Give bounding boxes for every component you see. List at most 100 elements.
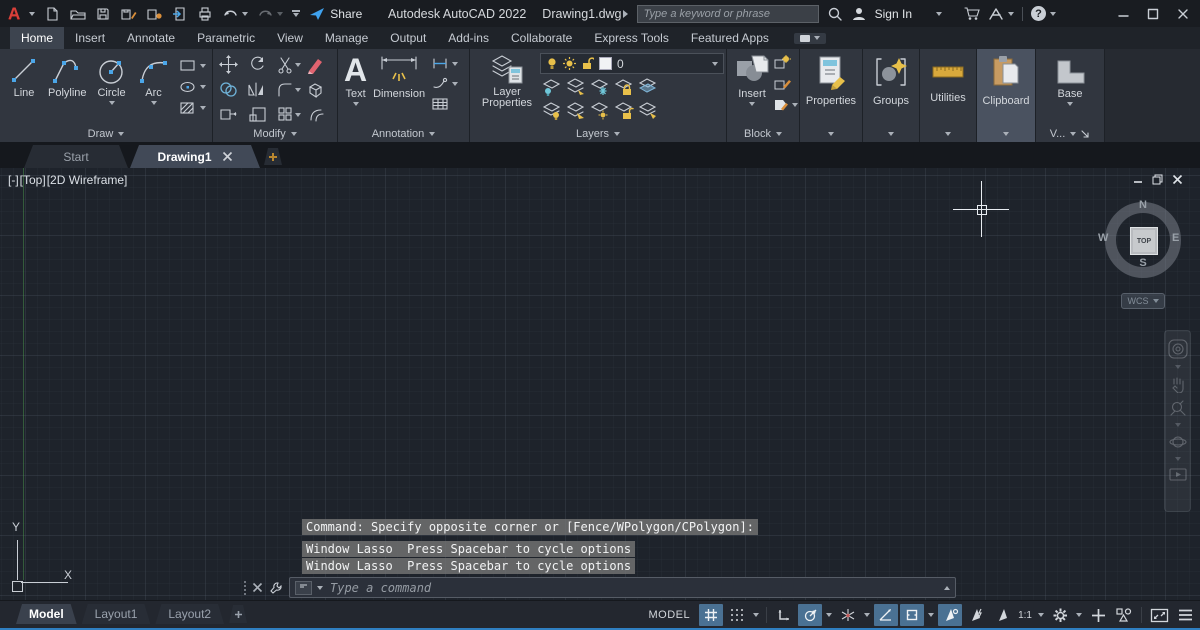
ellipse-tool[interactable] — [179, 80, 206, 94]
annotation-scale-value[interactable]: 1:1 — [1016, 610, 1034, 621]
search-expand-icon[interactable] — [621, 9, 629, 19]
app-menu-caret-icon[interactable] — [29, 12, 35, 16]
wcs-dropdown[interactable]: WCS — [1121, 293, 1165, 309]
new-layout-button[interactable] — [229, 605, 247, 623]
open-from-web-button[interactable] — [172, 6, 188, 22]
command-input-field[interactable] — [289, 577, 956, 598]
ortho-toggle[interactable] — [772, 604, 796, 626]
draw-panel-label[interactable]: Draw — [0, 126, 212, 142]
array-tool[interactable] — [277, 102, 306, 127]
command-bar-customize-icon[interactable] — [269, 581, 283, 594]
share-button[interactable]: Share — [309, 7, 362, 21]
tab-manage[interactable]: Manage — [314, 27, 379, 49]
insert-block-tool[interactable]: Insert — [731, 53, 773, 106]
model-tab[interactable]: Model — [16, 604, 77, 624]
stretch-tool[interactable] — [219, 102, 248, 127]
dimension-linear-tool[interactable] — [431, 57, 458, 70]
command-bar-close-icon[interactable] — [252, 582, 263, 593]
properties-tool[interactable]: Properties — [800, 49, 862, 126]
viewcube-top-face[interactable]: TOP — [1130, 227, 1158, 255]
layer-thaw-tool[interactable] — [588, 100, 612, 122]
properties-panel-caret[interactable] — [800, 126, 862, 142]
clean-screen-button[interactable] — [1147, 604, 1171, 626]
base-tool[interactable]: Base — [1036, 49, 1104, 126]
snap-toggle[interactable] — [725, 604, 749, 626]
layout2-tab[interactable]: Layout2 — [155, 604, 224, 624]
pan-hand-icon[interactable] — [1169, 375, 1187, 393]
tab-view[interactable]: View — [266, 27, 314, 49]
annotation-visibility-toggle[interactable] — [938, 604, 962, 626]
search-input[interactable] — [637, 5, 819, 23]
file-tab-start[interactable]: Start — [24, 145, 128, 168]
drawing-canvas[interactable]: [-] [Top] [2D Wireframe] N S W E TOP WCS — [0, 168, 1200, 600]
tab-insert[interactable]: Insert — [64, 27, 116, 49]
rotate-tool[interactable] — [248, 52, 277, 77]
hatch-tool[interactable] — [179, 101, 206, 115]
save-as-button[interactable] — [120, 6, 137, 22]
layer-properties-tool[interactable]: Layer Properties — [476, 53, 538, 109]
tab-output[interactable]: Output — [379, 27, 437, 49]
mirror-tool[interactable] — [248, 77, 277, 102]
model-space-button[interactable]: MODEL — [641, 604, 697, 626]
layer-lock-tool[interactable] — [612, 76, 636, 98]
isolate-objects-button[interactable] — [1112, 604, 1136, 626]
polar-settings-caret-icon[interactable] — [824, 604, 834, 626]
block-panel-label[interactable]: Block — [727, 126, 799, 142]
viewport-menu-control[interactable]: [-] — [8, 173, 19, 187]
viewport-visual-style-control[interactable]: [2D Wireframe] — [47, 173, 128, 187]
view-panel-label[interactable]: V... — [1036, 126, 1104, 142]
autocad-logo[interactable]: A — [8, 5, 20, 22]
search-icon[interactable] — [827, 6, 843, 22]
tab-annotate[interactable]: Annotate — [116, 27, 186, 49]
panel-clipboard[interactable]: Clipboard — [977, 49, 1036, 142]
tab-add-ins[interactable]: Add-ins — [437, 27, 500, 49]
new-drawing-tab-button[interactable] — [264, 148, 282, 165]
viewcube-south[interactable]: S — [1105, 257, 1181, 269]
polyline-tool[interactable]: Polyline — [48, 54, 87, 126]
command-history-expand-icon[interactable] — [944, 586, 950, 590]
viewport-close-icon[interactable] — [1172, 174, 1183, 185]
groups-panel-caret[interactable] — [863, 126, 919, 142]
viewcube-west[interactable]: W — [1098, 232, 1108, 244]
object-snap-tracking-toggle[interactable] — [874, 604, 898, 626]
line-tool[interactable]: Line — [8, 54, 40, 126]
layout1-tab[interactable]: Layout1 — [82, 604, 151, 624]
erase-tool[interactable] — [306, 52, 335, 77]
open-file-button[interactable] — [69, 6, 86, 22]
viewport-view-control[interactable]: [Top] — [20, 173, 46, 187]
layer-select-dropdown[interactable]: 0 — [540, 53, 724, 74]
redo-button[interactable] — [257, 7, 283, 21]
close-button[interactable] — [1172, 5, 1194, 23]
annotation-scale-caret-icon[interactable] — [1036, 604, 1046, 626]
copy-tool[interactable] — [219, 77, 248, 102]
zoom-extents-icon[interactable] — [1169, 399, 1187, 417]
navigation-bar[interactable] — [1164, 330, 1191, 512]
circle-tool[interactable]: Circle — [95, 54, 129, 126]
user-icon[interactable] — [851, 6, 867, 22]
save-button[interactable] — [95, 6, 111, 22]
text-flyout-caret-icon[interactable] — [353, 102, 359, 106]
layer-on-tool[interactable] — [540, 100, 564, 122]
annotation-scale-button[interactable] — [990, 604, 1014, 626]
annotation-panel-label[interactable]: Annotation — [338, 126, 469, 142]
viewport-minimize-icon[interactable] — [1133, 175, 1143, 185]
layer-unlock-tool[interactable] — [612, 100, 636, 122]
move-tool[interactable] — [219, 52, 248, 77]
object-snap-toggle[interactable] — [900, 604, 924, 626]
help-icon[interactable]: ? — [1031, 6, 1056, 21]
sign-in-caret-icon[interactable] — [936, 12, 942, 16]
undo-button[interactable] — [222, 7, 248, 21]
layer-walk-tool[interactable] — [636, 100, 660, 122]
autodesk-logo-icon[interactable] — [988, 7, 1014, 21]
layers-panel-label[interactable]: Layers — [470, 126, 726, 142]
layer-off-tool[interactable] — [540, 76, 564, 98]
orbit-icon[interactable] — [1169, 433, 1187, 451]
offset-tool[interactable] — [306, 102, 335, 127]
create-block-tool[interactable] — [773, 55, 798, 70]
close-tab-icon[interactable] — [222, 151, 233, 162]
ribbon-options-button[interactable] — [794, 33, 826, 44]
utilities-tool[interactable]: Utilities — [920, 49, 976, 126]
recent-commands-caret-icon[interactable] — [317, 586, 323, 590]
write-block-tool[interactable] — [773, 76, 798, 91]
tab-featured-apps[interactable]: Featured Apps — [680, 27, 780, 49]
